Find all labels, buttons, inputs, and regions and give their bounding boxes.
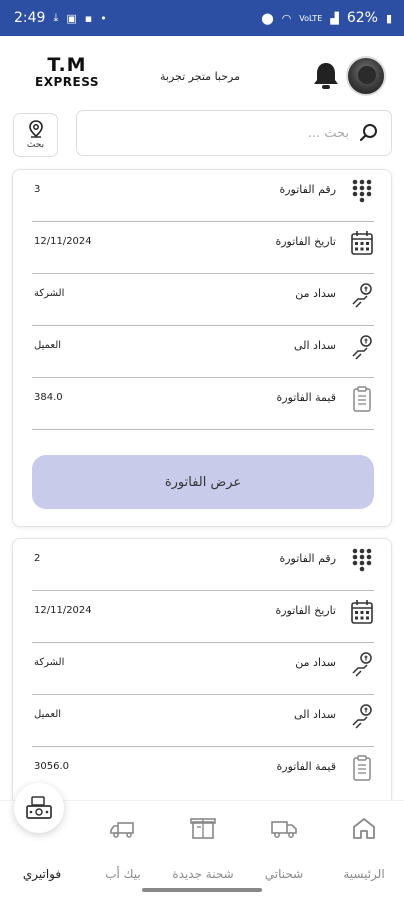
paid-to-row: العميل سداد الى — [32, 326, 374, 378]
wifi-icon: ◠ — [281, 11, 292, 25]
invoice-amount-label: قيمة الفاتورة — [276, 391, 336, 404]
paid-to-value: العميل — [34, 709, 62, 720]
keypad-icon — [352, 548, 372, 572]
paid-to-label: سداد الى — [293, 708, 336, 721]
image-icon: ▣ — [66, 11, 77, 25]
network-label: VoLTE — [299, 13, 323, 23]
invoice-number-row: 2 رقم الفاتورة — [32, 539, 374, 591]
keypad-icon — [352, 179, 372, 203]
invoice-amount-value: 3056.0 — [34, 761, 69, 772]
nav-item-my-shipments[interactable]: شحناتي — [246, 811, 322, 891]
invoice-date-value: 12/11/2024 — [34, 605, 92, 616]
notification-bell-icon[interactable] — [311, 60, 341, 92]
clipboard-icon — [353, 755, 371, 781]
status-time: 2:49 — [14, 10, 46, 26]
invoice-date-label: تاريخ الفاتورة — [275, 235, 336, 248]
signal-icon: ▟ — [330, 11, 339, 25]
hand-money-icon — [352, 283, 372, 308]
invoice-amount-label: قيمة الفاتورة — [276, 760, 336, 773]
truck-icon — [271, 821, 297, 838]
location-filter-button[interactable]: بحث — [13, 113, 58, 157]
nav-item-new-shipment[interactable]: شحنة جديدة — [165, 811, 241, 891]
avatar[interactable] — [346, 56, 386, 96]
paid-from-row: الشركة سداد من — [32, 274, 374, 326]
paid-from-label: سداد من — [295, 287, 336, 300]
hand-money-icon — [352, 704, 372, 729]
gesture-bar — [142, 888, 262, 892]
status-bar: 2:49 ⤓ ▣ ▪ • ⬤ ◠ VoLTE ▟ 62% ▮ — [0, 0, 404, 36]
invoice-number-row: 3 رقم الفاتورة — [32, 170, 374, 222]
invoice-number-label: رقم الفاتورة — [279, 552, 336, 565]
battery-icon: ▮ — [385, 11, 392, 25]
invoice-card: 2 رقم الفاتورة 12/11/2024 تاريخ الفاتورة… — [12, 538, 392, 800]
invoice-date-row: 12/11/2024 تاريخ الفاتورة — [32, 222, 374, 274]
app-logo: T.M EXPRESS — [34, 54, 100, 89]
logo-line2: EXPRESS — [35, 75, 99, 89]
invoice-number-label: رقم الفاتورة — [279, 183, 336, 196]
nav-label-new-shipment: شحنة جديدة — [172, 867, 234, 881]
home-icon — [353, 818, 375, 839]
paid-from-value: الشركة — [34, 657, 65, 668]
nav-item-pickup[interactable]: بيك أب — [85, 811, 161, 891]
search-box[interactable] — [76, 110, 392, 156]
nav-item-home[interactable]: الرئيسية — [326, 811, 402, 891]
logo-line1: T.M — [47, 54, 87, 76]
invoice-amount-value: 384.0 — [34, 392, 63, 403]
calendar-icon — [351, 600, 373, 624]
paid-to-value: العميل — [34, 340, 62, 351]
nav-label-pickup: بيك أب — [105, 867, 141, 881]
location-icon: ⬤ — [261, 11, 274, 25]
search-icon[interactable] — [359, 123, 379, 143]
download-icon: ⤓ — [53, 11, 59, 24]
nav-label-my-shipments: شحناتي — [264, 867, 304, 881]
clipboard-icon — [353, 386, 371, 412]
paid-to-row: العميل سداد الى — [32, 695, 374, 747]
paid-from-row: الشركة سداد من — [32, 643, 374, 695]
welcome-text: مرحبا متجر تجربة — [160, 70, 240, 83]
filter-label: بحث — [26, 140, 45, 150]
delivery-truck-icon — [110, 822, 134, 838]
cash-invoice-icon — [26, 796, 52, 819]
battery-text: 62% — [346, 10, 378, 26]
invoice-amount-row: 3056.0 قيمة الفاتورة — [32, 747, 374, 799]
invoice-number-value: 2 — [34, 553, 41, 564]
paid-to-label: سداد الى — [293, 339, 336, 352]
box-icon — [190, 818, 216, 839]
paid-from-label: سداد من — [295, 656, 336, 669]
calendar-icon — [351, 231, 373, 255]
nav-label-home: الرئيسية — [343, 867, 385, 881]
view-invoice-button[interactable]: عرض الفاتورة — [32, 455, 374, 509]
hand-money-icon — [352, 335, 372, 360]
invoice-date-label: تاريخ الفاتورة — [275, 604, 336, 617]
hand-money-icon — [352, 652, 372, 677]
invoice-card: 3 رقم الفاتورة 12/11/2024 تاريخ الفاتورة… — [12, 169, 392, 527]
invoice-date-row: 12/11/2024 تاريخ الفاتورة — [32, 591, 374, 643]
dot-icon: • — [100, 11, 107, 25]
app-header: T.M EXPRESS مرحبا متجر تجربة — [0, 36, 404, 108]
nav-label-invoices: فواتيري — [22, 867, 62, 881]
paid-from-value: الشركة — [34, 288, 65, 299]
invoice-date-value: 12/11/2024 — [34, 236, 92, 247]
search-input[interactable] — [89, 119, 349, 147]
outlook-icon: ▪ — [84, 11, 93, 25]
invoice-number-value: 3 — [34, 184, 41, 195]
invoice-amount-row: 384.0 قيمة الفاتورة — [32, 378, 374, 430]
location-pin-icon — [28, 120, 43, 138]
invoices-active-button[interactable] — [14, 783, 64, 833]
